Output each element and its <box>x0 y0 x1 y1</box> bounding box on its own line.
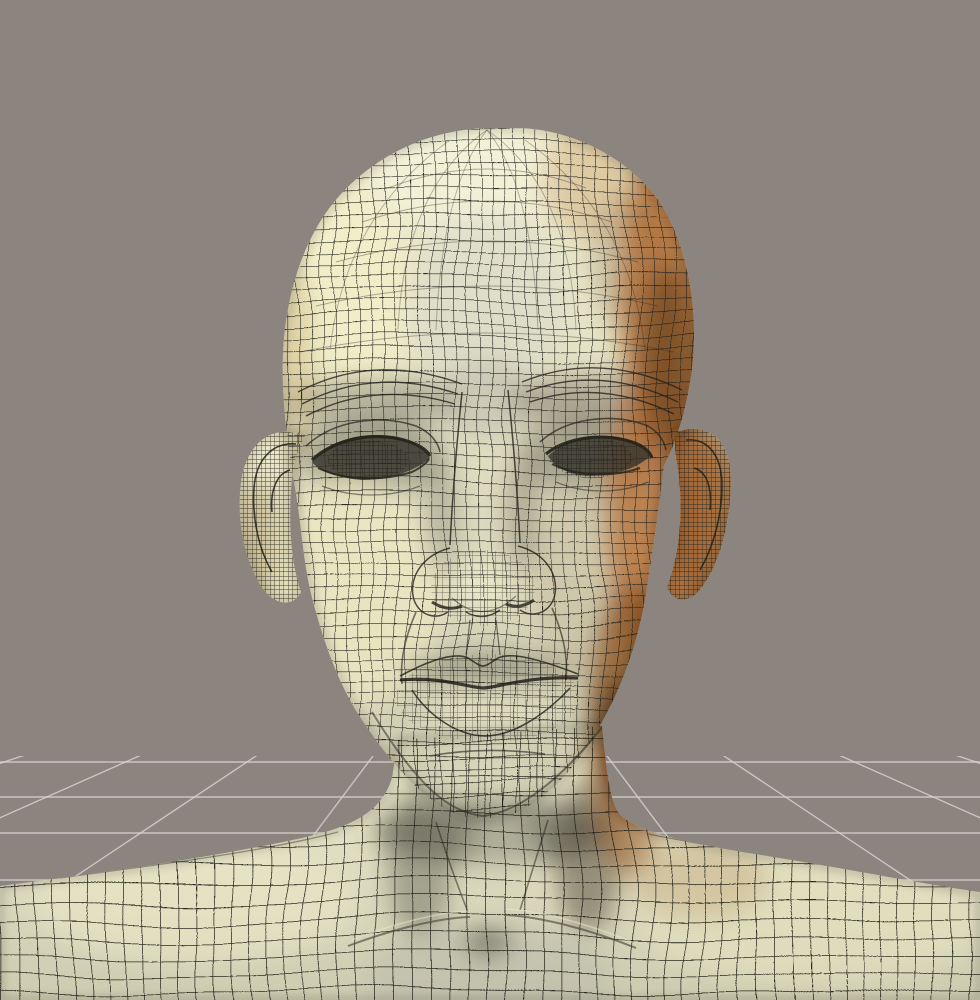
viewport-3d[interactable] <box>0 0 980 1000</box>
nose-mesh <box>431 550 535 626</box>
render-canvas <box>0 0 980 1000</box>
left-eyeball-mesh <box>328 440 408 480</box>
